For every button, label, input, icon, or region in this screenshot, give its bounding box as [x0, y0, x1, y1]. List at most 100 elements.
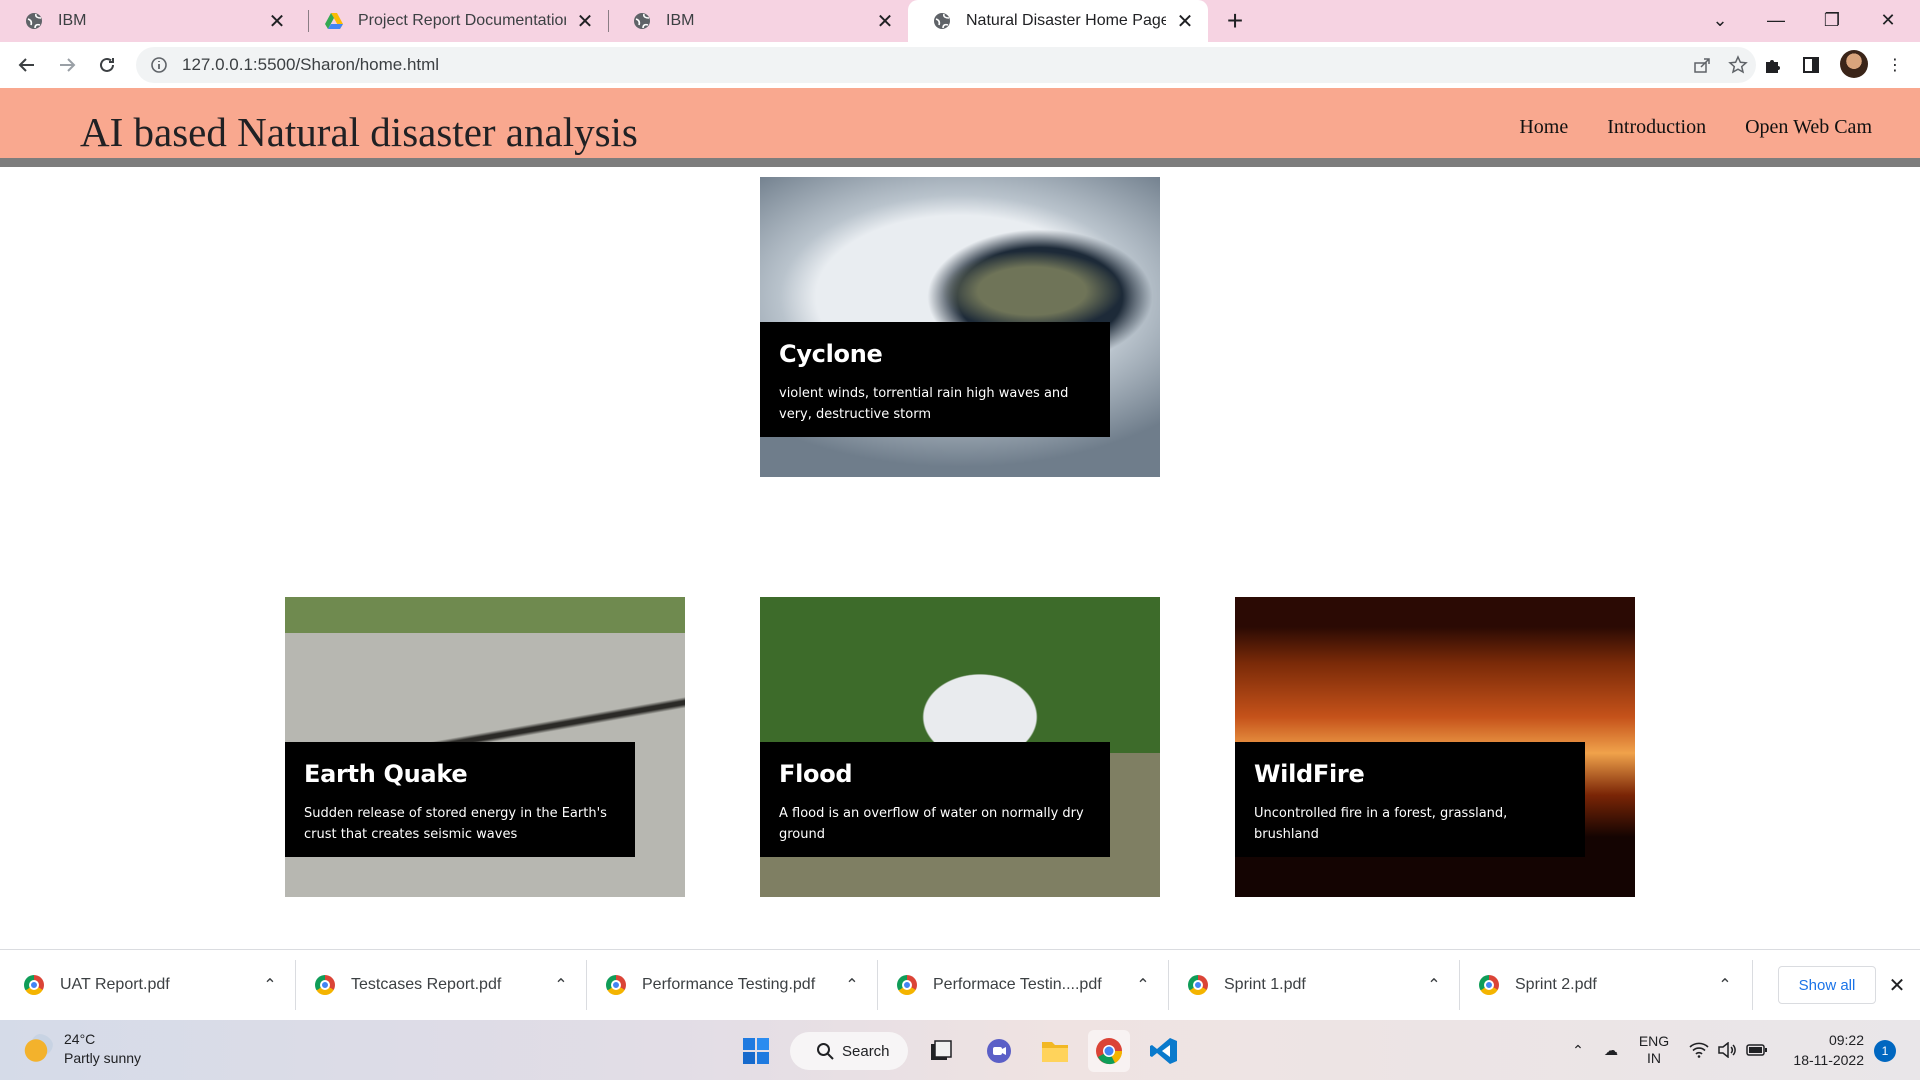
profile-avatar[interactable]	[1840, 50, 1868, 78]
card-description: Sudden release of stored energy in the E…	[304, 806, 607, 842]
nav-open-web-cam-link[interactable]: Open Web Cam	[1745, 116, 1872, 139]
tab-title: IBM	[58, 12, 87, 29]
card-title: Flood	[779, 760, 853, 788]
menu-kebab-icon[interactable]: ⋮	[1880, 50, 1910, 80]
card-description: Uncontrolled fire in a forest, grassland…	[1254, 806, 1508, 842]
download-item[interactable]: Sprint 1.pdf ⌃	[1164, 950, 1454, 1020]
url-text: 127.0.0.1:5500/Sharon/home.html	[182, 55, 440, 74]
tab-ibm-2[interactable]: IBM ✕	[608, 0, 908, 42]
task-view-icon[interactable]	[920, 1030, 962, 1072]
extensions-puzzle-icon[interactable]	[1758, 50, 1788, 80]
tab-title: Natural Disaster Home Page	[966, 12, 1166, 29]
chrome-icon	[24, 975, 44, 995]
taskbar-search[interactable]: Search	[790, 1032, 908, 1070]
close-icon[interactable]: ✕	[576, 11, 594, 33]
chevron-up-icon[interactable]: ⌃	[1414, 970, 1454, 1000]
download-item[interactable]: UAT Report.pdf ⌃	[0, 950, 290, 1020]
chrome-icon	[1479, 975, 1499, 995]
card-title: Earth Quake	[304, 760, 468, 788]
card-description: A flood is an overflow of water on norma…	[779, 806, 1084, 842]
card-title: Cyclone	[779, 340, 883, 368]
minimize-button[interactable]: —	[1750, 0, 1802, 40]
show-all-button[interactable]: Show all	[1778, 966, 1876, 1004]
onedrive-cloud-icon[interactable]: ☁	[1598, 1034, 1624, 1066]
restore-button[interactable]: ❐	[1806, 0, 1858, 40]
info-icon[interactable]	[150, 56, 168, 74]
clock-date: 18-11-2022	[1793, 1052, 1864, 1068]
clock-time: 09:22	[1828, 1032, 1864, 1048]
download-item[interactable]: Testcases Report.pdf ⌃	[291, 950, 581, 1020]
download-item[interactable]: Performance Testing.pdf ⌃	[582, 950, 872, 1020]
card-caption: Earth Quake Sudden release of stored ene…	[285, 742, 635, 857]
side-panel-icon[interactable]	[1796, 50, 1826, 80]
forward-arrow-icon[interactable]	[52, 50, 82, 80]
download-filename: UAT Report.pdf	[60, 976, 170, 993]
nav-introduction-link[interactable]: Introduction	[1607, 116, 1706, 139]
tab-project-report[interactable]: Project Report Documentation Fo ✕	[300, 0, 608, 42]
card-title: WildFire	[1254, 760, 1365, 788]
site-header: AI based Natural disaster analysis Home …	[0, 88, 1920, 167]
weather-text: 24°C Partly sunny	[64, 1030, 141, 1068]
chevron-up-icon[interactable]: ⌃	[250, 970, 290, 1000]
page-title: AI based Natural disaster analysis	[80, 109, 638, 155]
download-filename: Performace Testin....pdf	[933, 976, 1102, 993]
close-icon[interactable]: ✕	[876, 11, 894, 33]
card-caption: Flood A flood is an overflow of water on…	[760, 742, 1110, 857]
card-earth-quake[interactable]: Earth Quake Sudden release of stored ene…	[285, 597, 685, 897]
weather-widget[interactable]: 24°C Partly sunny	[24, 1030, 141, 1068]
lang-top: ENG	[1638, 1033, 1670, 1049]
new-tab-button[interactable]: +	[1220, 5, 1250, 36]
back-arrow-icon[interactable]	[12, 50, 42, 80]
download-item[interactable]: Performace Testin....pdf ⌃	[873, 950, 1163, 1020]
chrome-taskbar-icon[interactable]	[1088, 1030, 1130, 1072]
tab-natural-disaster[interactable]: Natural Disaster Home Page ✕	[908, 0, 1208, 42]
chrome-icon	[315, 975, 335, 995]
card-caption: Cyclone violent winds, torrential rain h…	[760, 322, 1110, 437]
download-filename: Sprint 1.pdf	[1224, 976, 1306, 993]
close-icon[interactable]: ✕	[268, 11, 286, 33]
card-flood[interactable]: Flood A flood is an overflow of water on…	[760, 597, 1160, 897]
card-wildfire[interactable]: WildFire Uncontrolled fire in a forest, …	[1235, 597, 1635, 897]
globe-icon	[26, 13, 42, 29]
vscode-icon[interactable]	[1143, 1030, 1185, 1072]
file-explorer-icon[interactable]	[1034, 1030, 1076, 1072]
windows-start-icon[interactable]	[735, 1030, 777, 1072]
download-item[interactable]: Sprint 2.pdf ⌃	[1455, 950, 1745, 1020]
window-close-button[interactable]: ✕	[1862, 0, 1914, 40]
notification-badge[interactable]: 1	[1874, 1040, 1896, 1062]
divider	[1752, 960, 1753, 1010]
tab-title: Project Report Documentation Fo	[358, 12, 566, 29]
wifi-icon[interactable]	[1686, 1034, 1712, 1066]
browser-toolbar: 127.0.0.1:5500/Sharon/home.html ⋮	[0, 42, 1920, 88]
language-indicator[interactable]: ENG IN	[1634, 1033, 1674, 1066]
battery-icon[interactable]	[1744, 1034, 1770, 1066]
chevron-up-icon[interactable]: ⌃	[541, 970, 581, 1000]
close-icon[interactable]: ✕	[1884, 972, 1910, 998]
share-icon[interactable]	[1684, 47, 1720, 83]
system-clock[interactable]: 09:22 18-11-2022	[1780, 1030, 1864, 1070]
teams-chat-icon[interactable]	[978, 1030, 1020, 1072]
close-icon[interactable]: ✕	[1176, 11, 1194, 33]
download-filename: Sprint 2.pdf	[1515, 976, 1597, 993]
chevron-up-icon[interactable]: ⌃	[1123, 970, 1163, 1000]
card-caption: WildFire Uncontrolled fire in a forest, …	[1235, 742, 1585, 857]
download-filename: Performance Testing.pdf	[642, 976, 816, 993]
reload-icon[interactable]	[92, 50, 122, 80]
weather-desc: Partly sunny	[64, 1050, 142, 1066]
chevron-up-icon[interactable]: ⌃	[1568, 1034, 1588, 1066]
nav-home-link[interactable]: Home	[1519, 116, 1568, 139]
address-bar[interactable]: 127.0.0.1:5500/Sharon/home.html	[136, 47, 1756, 83]
lang-bottom: IN	[1647, 1050, 1661, 1066]
search-icon	[817, 1043, 834, 1060]
chevron-up-icon[interactable]: ⌃	[832, 970, 872, 1000]
tab-ibm-1[interactable]: IBM ✕	[0, 0, 300, 42]
chevron-up-icon[interactable]: ⌃	[1705, 970, 1745, 1000]
globe-icon	[934, 13, 950, 29]
tab-strip: IBM ✕ Project Report Documentation Fo ✕ …	[0, 0, 1920, 42]
card-cyclone[interactable]: Cyclone violent winds, torrential rain h…	[760, 177, 1160, 477]
tab-search-icon[interactable]: ⌄	[1694, 0, 1746, 40]
bookmark-star-icon[interactable]	[1720, 47, 1756, 83]
volume-icon[interactable]	[1714, 1034, 1740, 1066]
chrome-icon	[897, 975, 917, 995]
partly-sunny-icon	[24, 1034, 54, 1064]
